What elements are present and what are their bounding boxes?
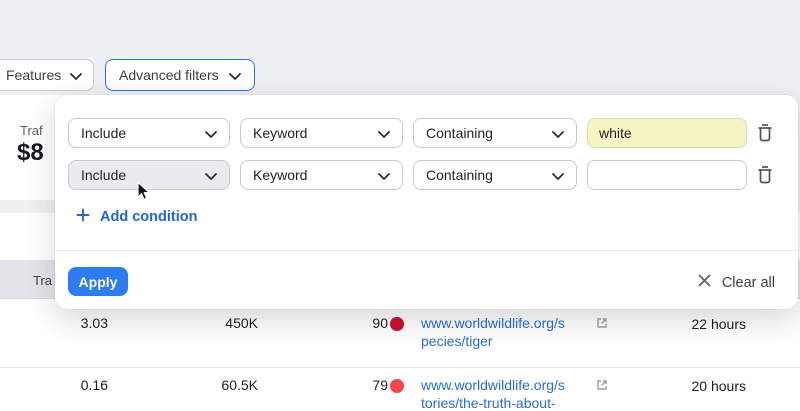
delete-condition-icon[interactable] (755, 122, 775, 144)
chevron-down-icon (205, 125, 217, 141)
operator-select[interactable]: Containing (413, 118, 577, 148)
add-condition-button[interactable]: Add condition (76, 208, 197, 226)
result-url-link[interactable]: www.worldwildlife.org/s tories/the-truth… (421, 376, 601, 411)
table-cell-value: 3.03 (80, 315, 108, 331)
url-line: www.worldwildlife.org/s (421, 377, 565, 393)
apply-button[interactable]: Apply (68, 267, 128, 296)
plus-icon (76, 208, 90, 226)
chevron-down-icon (552, 125, 564, 141)
condition-select-value: Include (81, 125, 127, 141)
metric-card-label: Traf (20, 123, 43, 138)
field-select-value: Keyword (253, 167, 308, 183)
cursor-icon (137, 181, 154, 207)
table-cell-score: 79 (372, 377, 388, 393)
external-link-icon[interactable] (595, 378, 609, 397)
filter-value-input[interactable] (587, 160, 747, 190)
metric-card-value: $8 (17, 139, 44, 166)
score-dot (390, 379, 404, 393)
condition-select[interactable]: Include (68, 118, 230, 148)
clear-all-button[interactable]: Clear all (698, 274, 775, 291)
table-cell-volume: 450K (225, 315, 258, 331)
field-select-value: Keyword (253, 125, 308, 141)
chevron-down-icon (378, 125, 390, 141)
chevron-down-icon (229, 67, 241, 83)
features-button-label: Features (6, 67, 62, 83)
table-row: 3.03 450K 90 www.worldwildlife.org/s pec… (0, 299, 800, 366)
delete-condition-icon[interactable] (755, 164, 775, 186)
url-line: tories/the-truth-about- (421, 395, 556, 411)
table-cell-volume: 60.5K (221, 377, 258, 393)
close-icon (698, 274, 711, 291)
advanced-filters-panel: Include Keyword Containing Include Keywo… (55, 95, 798, 309)
filter-value-input[interactable] (587, 118, 747, 148)
operator-select-value: Containing (426, 167, 493, 183)
operator-select-value: Containing (426, 125, 493, 141)
features-button[interactable]: Features (0, 59, 94, 91)
chevron-down-icon (70, 67, 82, 83)
table-cell-updated: 20 hours (691, 378, 746, 394)
page: Features Advanced filters Traf $8 Tra 3.… (0, 0, 800, 411)
result-url-link[interactable]: www.worldwildlife.org/s pecies/tiger (421, 314, 601, 350)
advanced-filters-button-label: Advanced filters (119, 67, 219, 83)
field-select[interactable]: Keyword (240, 160, 403, 190)
url-line: www.worldwildlife.org/s (421, 315, 565, 331)
clear-all-label: Clear all (721, 274, 775, 291)
external-link-icon[interactable] (595, 316, 609, 335)
table-cell-score: 90 (372, 315, 388, 331)
table-cell-value: 0.16 (80, 377, 108, 393)
table-header-label: Tra (33, 273, 53, 288)
condition-select-value: Include (81, 167, 127, 183)
advanced-filters-button[interactable]: Advanced filters (105, 59, 255, 91)
url-line: pecies/tiger (421, 333, 493, 349)
table-row: 0.16 60.5K 79 www.worldwildlife.org/s to… (0, 367, 800, 411)
add-condition-label: Add condition (100, 209, 198, 225)
panel-footer-divider (55, 250, 798, 251)
chevron-down-icon (552, 167, 564, 183)
field-select[interactable]: Keyword (240, 118, 403, 148)
score-dot (390, 317, 404, 331)
operator-select[interactable]: Containing (413, 160, 577, 190)
chevron-down-icon (205, 167, 217, 183)
table-cell-updated: 22 hours (691, 316, 746, 332)
chevron-down-icon (378, 167, 390, 183)
